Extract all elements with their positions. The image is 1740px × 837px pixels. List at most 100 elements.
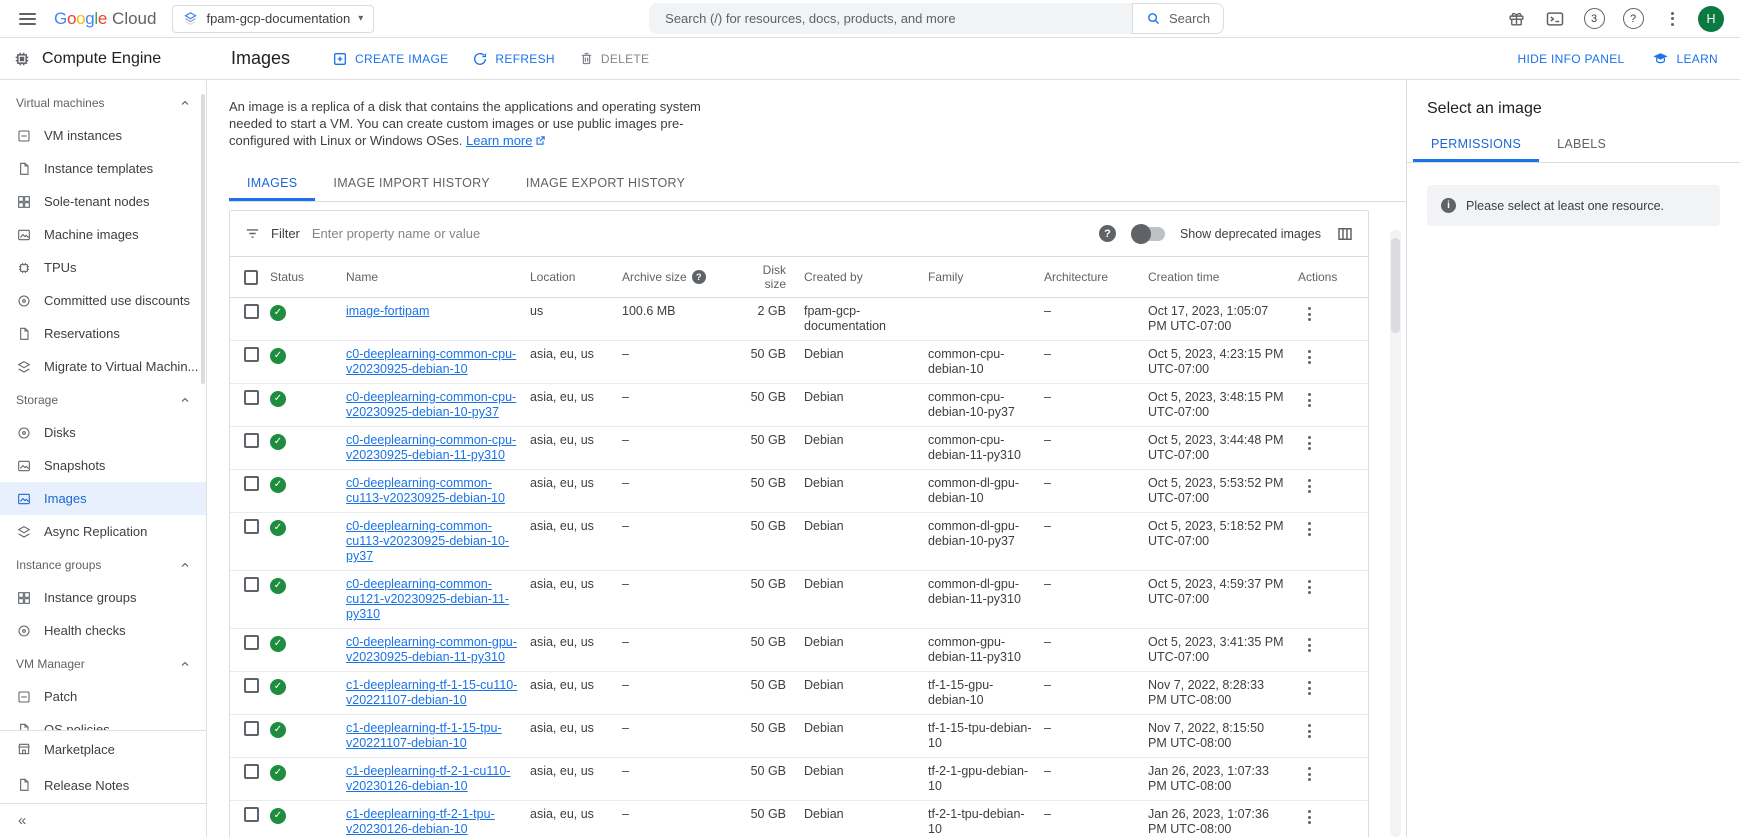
cloud-shell-button[interactable] (1538, 2, 1572, 36)
project-picker[interactable]: fpam-gcp-documentation ▾ (172, 4, 375, 33)
image-name-link[interactable]: image-fortipam (346, 304, 429, 318)
row-checkbox[interactable] (244, 476, 259, 491)
row-actions-button[interactable] (1298, 807, 1320, 824)
column-header-name[interactable]: Name (346, 264, 530, 290)
google-cloud-logo[interactable]: Google Cloud (54, 9, 156, 29)
table-row[interactable]: ✓ c1-deeplearning-tf-2-1-tpu-v20230126-de… (230, 801, 1368, 837)
more-options-button[interactable] (1655, 2, 1689, 36)
column-header-created-by[interactable]: Created by (804, 264, 928, 290)
image-name-link[interactable]: c0-deeplearning-common-cu121-v20230925-d… (346, 577, 509, 621)
sidebar-section-vm-manager[interactable]: VM Manager (0, 647, 206, 680)
info-tab-permissions[interactable]: PERMISSIONS (1413, 126, 1539, 162)
row-actions-button[interactable] (1298, 390, 1320, 407)
table-row[interactable]: ✓ c0-deeplearning-common-cu113-v20230925-… (230, 513, 1368, 571)
table-row[interactable]: ✓ c0-deeplearning-common-cpu-v20230925-de… (230, 384, 1368, 427)
image-name-link[interactable]: c0-deeplearning-common-cu113-v20230925-d… (346, 476, 505, 505)
column-display-options-icon[interactable] (1336, 225, 1354, 243)
column-header-family[interactable]: Family (928, 264, 1044, 290)
search-button[interactable]: Search (1131, 3, 1225, 34)
sidebar-item-vm-instances[interactable]: VM instances (0, 119, 206, 152)
show-deprecated-toggle[interactable] (1130, 223, 1165, 244)
sidebar-item-disks[interactable]: Disks (0, 416, 206, 449)
table-scrollbar[interactable] (1390, 230, 1401, 837)
column-header-disk-size[interactable]: Disk size (746, 257, 804, 297)
row-checkbox[interactable] (244, 807, 259, 822)
archive-size-help-icon[interactable]: ? (691, 270, 706, 284)
sidebar-item-patch[interactable]: Patch (0, 680, 206, 713)
sidebar-item-release-notes[interactable]: Release Notes (0, 767, 206, 803)
learn-button[interactable]: LEARN (1652, 50, 1718, 67)
free-trial-gift-button[interactable] (1499, 2, 1533, 36)
image-name-link[interactable]: c0-deeplearning-common-cpu-v20230925-deb… (346, 390, 516, 419)
filter-input[interactable] (309, 225, 1099, 242)
sidebar-section-storage[interactable]: Storage (0, 383, 206, 416)
table-row[interactable]: ✓ image-fortipam us 100.6 MB 2 GB fpam-gcp-do… (230, 298, 1368, 341)
column-header-status[interactable]: Status (270, 264, 346, 290)
sidebar-item-migrate-to-virtual-machin[interactable]: Migrate to Virtual Machin... (0, 350, 206, 383)
row-checkbox[interactable] (244, 577, 259, 592)
delete-button[interactable]: DELETE (567, 42, 661, 76)
help-button[interactable]: ? (1616, 2, 1650, 36)
row-checkbox[interactable] (244, 304, 259, 319)
row-checkbox[interactable] (244, 678, 259, 693)
row-checkbox[interactable] (244, 433, 259, 448)
tab-image-export-history[interactable]: IMAGE EXPORT HISTORY (508, 165, 703, 201)
learn-more-link[interactable]: Learn more (466, 133, 532, 148)
sidebar-section-instance-groups[interactable]: Instance groups (0, 548, 206, 581)
row-actions-button[interactable] (1298, 304, 1320, 321)
table-row[interactable]: ✓ c1-deeplearning-tf-1-15-tpu-v20221107-d… (230, 715, 1368, 758)
row-actions-button[interactable] (1298, 635, 1320, 652)
sidebar-item-marketplace[interactable]: Marketplace (0, 731, 206, 767)
sidebar-item-os-policies[interactable]: OS policies (0, 713, 206, 730)
tab-image-import-history[interactable]: IMAGE IMPORT HISTORY (315, 165, 508, 201)
image-name-link[interactable]: c1-deeplearning-tf-1-15-tpu-v20221107-de… (346, 721, 502, 750)
sidebar-item-async-replication[interactable]: Async Replication (0, 515, 206, 548)
table-row[interactable]: ✓ c1-deeplearning-tf-1-15-cu110-v20221107… (230, 672, 1368, 715)
row-actions-button[interactable] (1298, 721, 1320, 738)
row-actions-button[interactable] (1298, 678, 1320, 695)
select-all-checkbox[interactable] (244, 269, 258, 285)
trial-days-badge[interactable]: 3 (1577, 2, 1611, 36)
image-name-link[interactable]: c0-deeplearning-common-cpu-v20230925-deb… (346, 347, 516, 376)
sidebar-scrollbar-thumb[interactable] (201, 94, 205, 384)
collapse-sidebar-button[interactable]: « (0, 803, 206, 837)
column-header-creation-time[interactable]: Creation time (1148, 264, 1298, 290)
sidebar-item-reservations[interactable]: Reservations (0, 317, 206, 350)
sidebar-item-committed-use-discounts[interactable]: Committed use discounts (0, 284, 206, 317)
sidebar-item-sole-tenant-nodes[interactable]: Sole-tenant nodes (0, 185, 206, 218)
row-checkbox[interactable] (244, 519, 259, 534)
row-actions-button[interactable] (1298, 476, 1320, 493)
table-row[interactable]: ✓ c0-deeplearning-common-cu113-v20230925-… (230, 470, 1368, 513)
sidebar-section-virtual-machines[interactable]: Virtual machines (0, 86, 206, 119)
sidebar-item-machine-images[interactable]: Machine images (0, 218, 206, 251)
table-scrollbar-thumb[interactable] (1391, 238, 1400, 333)
column-header-architecture[interactable]: Architecture (1044, 264, 1148, 290)
column-header-actions[interactable]: Actions (1298, 264, 1368, 290)
row-actions-button[interactable] (1298, 347, 1320, 364)
sidebar-item-instance-templates[interactable]: Instance templates (0, 152, 206, 185)
image-name-link[interactable]: c0-deeplearning-common-cpu-v20230925-deb… (346, 433, 516, 462)
table-row[interactable]: ✓ c0-deeplearning-common-gpu-v20230925-de… (230, 629, 1368, 672)
row-checkbox[interactable] (244, 721, 259, 736)
hide-info-panel-button[interactable]: HIDE INFO PANEL (1518, 52, 1625, 66)
row-actions-button[interactable] (1298, 519, 1320, 536)
table-row[interactable]: ✓ c0-deeplearning-common-cu121-v20230925-… (230, 571, 1368, 629)
refresh-button[interactable]: REFRESH (460, 42, 566, 76)
row-checkbox[interactable] (244, 390, 259, 405)
search-input[interactable] (649, 3, 1132, 34)
table-row[interactable]: ✓ c0-deeplearning-common-cpu-v20230925-de… (230, 427, 1368, 470)
image-name-link[interactable]: c1-deeplearning-tf-1-15-cu110-v20221107-… (346, 678, 517, 707)
image-name-link[interactable]: c0-deeplearning-common-cu113-v20230925-d… (346, 519, 509, 563)
row-actions-button[interactable] (1298, 433, 1320, 450)
row-checkbox[interactable] (244, 764, 259, 779)
image-name-link[interactable]: c1-deeplearning-tf-2-1-tpu-v20230126-deb… (346, 807, 495, 836)
sidebar-item-health-checks[interactable]: Health checks (0, 614, 206, 647)
column-header-archive-size[interactable]: Archive size? (622, 264, 746, 290)
tab-images[interactable]: IMAGES (229, 165, 315, 201)
product-header[interactable]: Compute Engine (0, 49, 207, 69)
sidebar-item-instance-groups[interactable]: Instance groups (0, 581, 206, 614)
filter-help-icon[interactable]: ? (1098, 225, 1116, 242)
create-image-button[interactable]: CREATE IMAGE (320, 42, 460, 76)
sidebar-item-tpus[interactable]: TPUs (0, 251, 206, 284)
table-row[interactable]: ✓ c1-deeplearning-tf-2-1-cu110-v20230126-… (230, 758, 1368, 801)
